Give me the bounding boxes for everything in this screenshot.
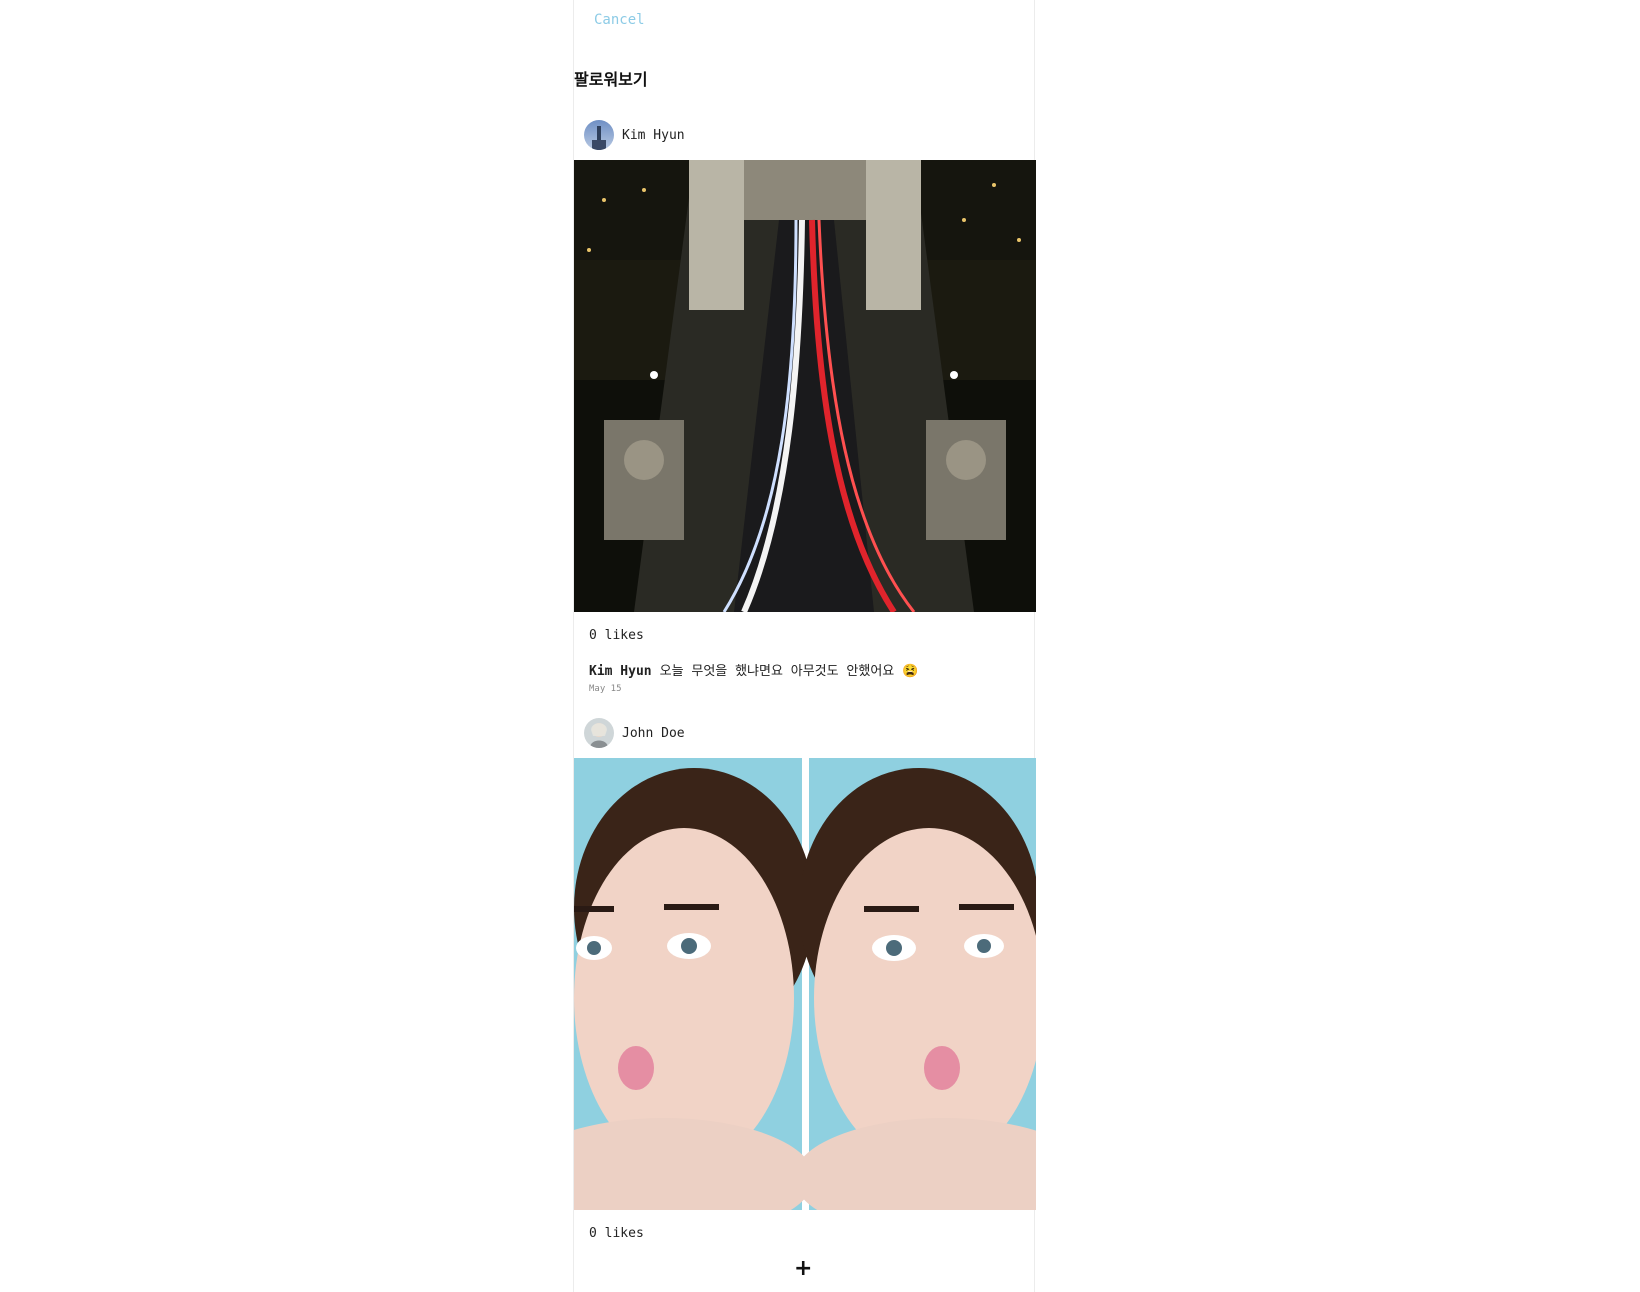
add-button[interactable]: + xyxy=(794,1258,812,1280)
post-caption: Kim Hyun 오늘 무엇을 했냐면요 아무것도 안했어요 😫 xyxy=(589,660,918,679)
cancel-button[interactable]: Cancel xyxy=(594,12,645,28)
likes-count: 0 likes xyxy=(589,628,644,643)
page-title: 팔로워보기 xyxy=(574,70,648,89)
post-header: John Doe xyxy=(584,717,685,749)
post-date: May 15 xyxy=(589,684,622,694)
caption-text: 오늘 무엇을 했냐면요 아무것도 안했어요 xyxy=(659,664,895,679)
post-username[interactable]: John Doe xyxy=(622,726,685,741)
post-photo[interactable] xyxy=(574,758,1036,1210)
avatar[interactable] xyxy=(584,718,614,748)
likes-count: 0 likes xyxy=(589,1226,644,1241)
post-username[interactable]: Kim Hyun xyxy=(622,128,685,143)
avatar[interactable] xyxy=(584,120,614,150)
post-photo[interactable] xyxy=(574,160,1036,612)
caption-username[interactable]: Kim Hyun xyxy=(589,664,652,679)
post-header: Kim Hyun xyxy=(584,119,685,151)
caption-emoji: 😫 xyxy=(902,664,919,679)
feed-column: Cancel 팔로워보기 Kim Hyun 0 likes Kim Hyun 오… xyxy=(573,0,1036,1292)
